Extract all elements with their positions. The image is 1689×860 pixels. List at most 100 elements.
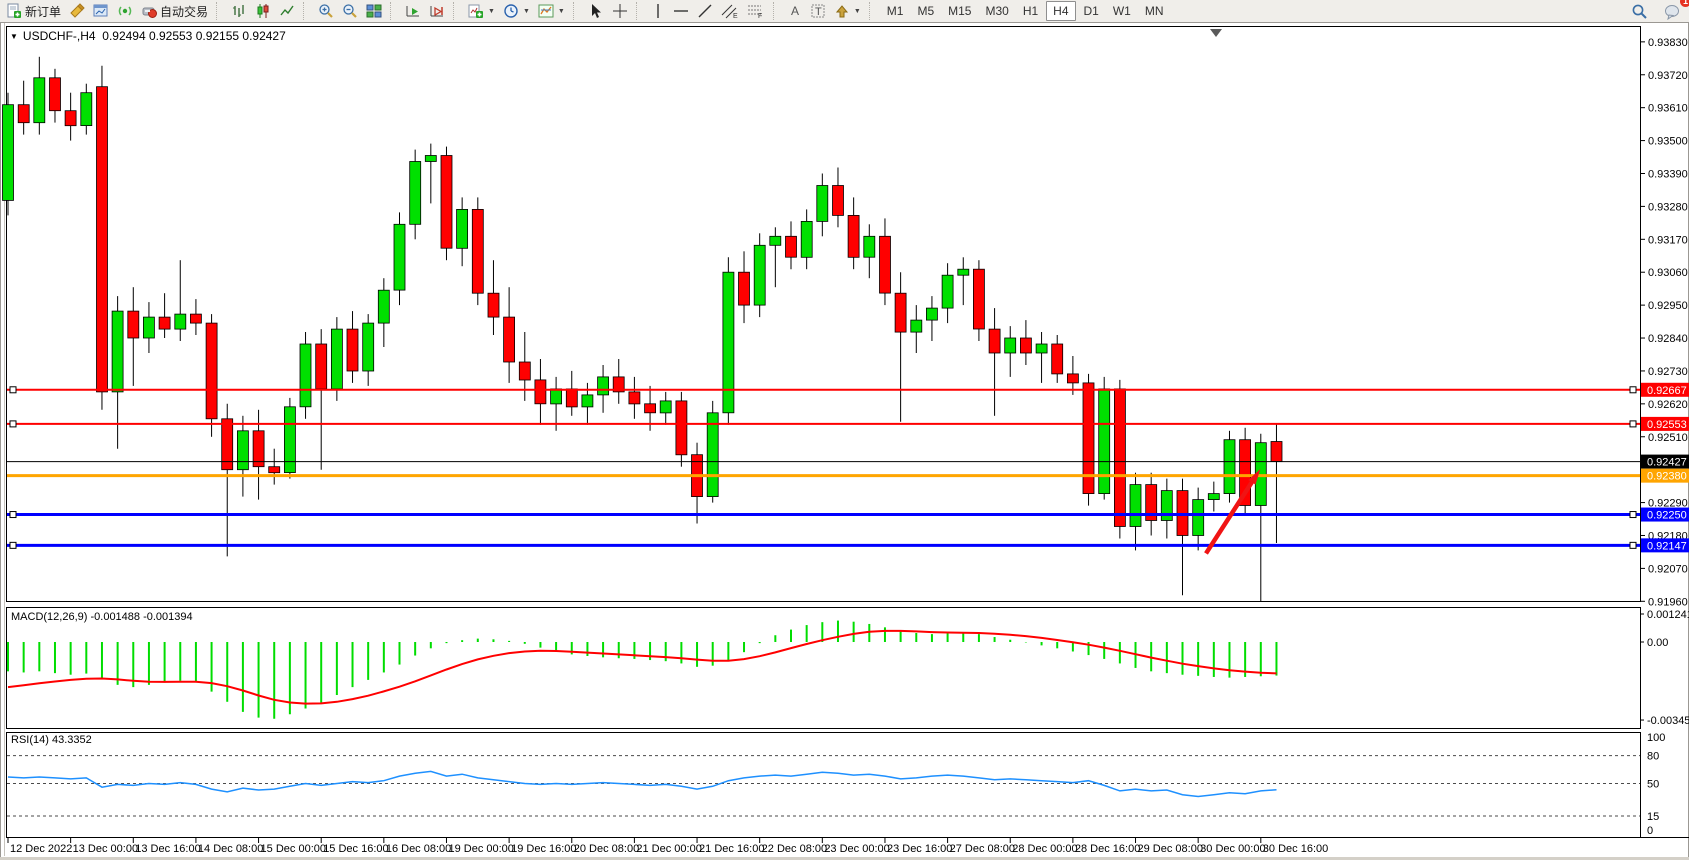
autotrading-button[interactable]: 自动交易 <box>137 0 212 22</box>
candle-body <box>363 323 374 371</box>
timeframe-button-M5[interactable]: M5 <box>911 2 940 20</box>
templates-button[interactable]: ▼ <box>534 0 569 22</box>
hline-right-marker[interactable] <box>1630 542 1636 548</box>
rsi-axis-label: 15 <box>1647 811 1659 823</box>
candlestick-chart-button[interactable] <box>251 0 275 22</box>
new-order-icon <box>6 3 22 19</box>
timeframe-button-H4[interactable]: H4 <box>1046 1 1075 21</box>
indicators-button[interactable]: ▼ <box>464 0 499 22</box>
candle-body <box>1271 442 1282 462</box>
signals-button[interactable] <box>113 0 137 22</box>
candle-body <box>676 401 687 455</box>
equidistant-channel-tool-button[interactable]: E <box>717 0 743 22</box>
zoom-out-button[interactable] <box>338 0 362 22</box>
candle-body <box>441 156 452 249</box>
rsi-axis-label: 0 <box>1647 825 1653 837</box>
candle-body <box>723 272 734 413</box>
time-axis-label: 13 Dec 16:00 <box>135 843 200 855</box>
candle-body <box>488 293 499 317</box>
price-axis-label: 0.93390 <box>1648 168 1688 180</box>
hline-right-marker[interactable] <box>1630 421 1636 427</box>
time-axis-label: 19 Dec 00:00 <box>448 843 513 855</box>
auto-scroll-button[interactable] <box>401 0 425 22</box>
candle-body <box>316 344 327 389</box>
candle-body <box>911 320 922 332</box>
time-axis-label: 30 Dec 16:00 <box>1263 843 1328 855</box>
candle-body <box>81 93 92 126</box>
chart-symbol-period: USDCHF-,H4 <box>23 29 96 43</box>
hline-left-marker[interactable] <box>10 387 16 393</box>
timeframe-button-M30[interactable]: M30 <box>979 2 1014 20</box>
time-axis-label: 16 Dec 08:00 <box>386 843 451 855</box>
candle-body <box>1114 389 1125 527</box>
notifications-button[interactable]: 1 <box>1660 0 1685 22</box>
time-axis-label: 13 Dec 00:00 <box>73 843 138 855</box>
macd-signal-value: -0.001394 <box>143 611 193 623</box>
zoom-in-button[interactable] <box>314 0 338 22</box>
rsi-name: RSI(14) <box>11 734 49 746</box>
profile-button[interactable] <box>65 0 89 22</box>
candle-body <box>1208 494 1219 500</box>
time-axis-label: 21 Dec 00:00 <box>636 843 701 855</box>
price-badge-label: 0.92380 <box>1647 471 1687 483</box>
crosshair-tool-button[interactable] <box>608 0 632 22</box>
tile-windows-button[interactable] <box>362 0 386 22</box>
indicators-icon <box>468 3 484 19</box>
chart-menu-icon[interactable]: ▼ <box>10 32 18 41</box>
fibonacci-tool-button[interactable]: F <box>743 0 769 22</box>
vertical-line-icon <box>651 3 665 19</box>
macd-axis-label: -0.003459 <box>1647 715 1689 727</box>
fibonacci-icon: F <box>747 3 765 19</box>
bar-chart-button[interactable] <box>227 0 251 22</box>
toolbar-separator <box>573 2 580 20</box>
chart-canvas[interactable]: 0.938300.937200.936100.935000.933900.932… <box>0 0 1689 860</box>
candle-body <box>128 311 139 338</box>
toolbar-separator <box>869 2 876 20</box>
candle-body <box>504 317 515 362</box>
line-chart-icon <box>279 3 295 19</box>
hline-right-marker[interactable] <box>1630 387 1636 393</box>
candle-body <box>645 404 656 413</box>
auto-scroll-icon <box>405 3 421 19</box>
candle-body <box>1193 500 1204 536</box>
candle-body <box>425 156 436 162</box>
hline-left-marker[interactable] <box>10 542 16 548</box>
text-tool-button[interactable]: A <box>784 0 806 22</box>
chart-shift-button[interactable] <box>425 0 449 22</box>
trendline-tool-button[interactable] <box>693 0 717 22</box>
text-label-tool-button[interactable]: T <box>806 0 830 22</box>
candle-body <box>65 111 76 126</box>
candle-body <box>3 105 14 201</box>
candle-body <box>237 431 248 470</box>
search-button[interactable] <box>1627 0 1652 22</box>
arrows-tool-button[interactable]: ▼ <box>830 0 865 22</box>
candle-body <box>864 236 875 257</box>
timeframe-button-M15[interactable]: M15 <box>942 2 977 20</box>
candle-body <box>1005 338 1016 353</box>
time-axis-label: 15 Dec 00:00 <box>261 843 326 855</box>
line-chart-button[interactable] <box>275 0 299 22</box>
candle-body <box>472 209 483 293</box>
price-axis-label: 0.93280 <box>1648 201 1688 213</box>
indicators-dropdown-caret: ▼ <box>488 8 495 15</box>
price-badge-label: 0.92427 <box>1647 457 1687 469</box>
timeframe-button-M1[interactable]: M1 <box>881 2 910 20</box>
hline-left-marker[interactable] <box>10 512 16 518</box>
vertical-line-tool-button[interactable] <box>647 0 669 22</box>
autotrading-label: 自动交易 <box>160 3 208 20</box>
rsi-panel[interactable] <box>7 733 1641 838</box>
price-badge-label: 0.92667 <box>1647 385 1687 397</box>
candle-body <box>410 162 421 225</box>
macd-panel[interactable] <box>7 608 1641 729</box>
horizontal-line-tool-button[interactable] <box>669 0 693 22</box>
charts-button[interactable] <box>89 0 113 22</box>
hline-right-marker[interactable] <box>1630 512 1636 518</box>
timeframe-button-H1[interactable]: H1 <box>1017 2 1044 20</box>
timeframe-button-W1[interactable]: W1 <box>1107 2 1137 20</box>
periods-button[interactable]: ▼ <box>499 0 534 22</box>
cursor-tool-button[interactable] <box>584 0 608 22</box>
timeframe-button-MN[interactable]: MN <box>1139 2 1170 20</box>
new-order-button[interactable]: 新订单 <box>2 0 65 22</box>
hline-left-marker[interactable] <box>10 421 16 427</box>
timeframe-button-D1[interactable]: D1 <box>1078 2 1105 20</box>
